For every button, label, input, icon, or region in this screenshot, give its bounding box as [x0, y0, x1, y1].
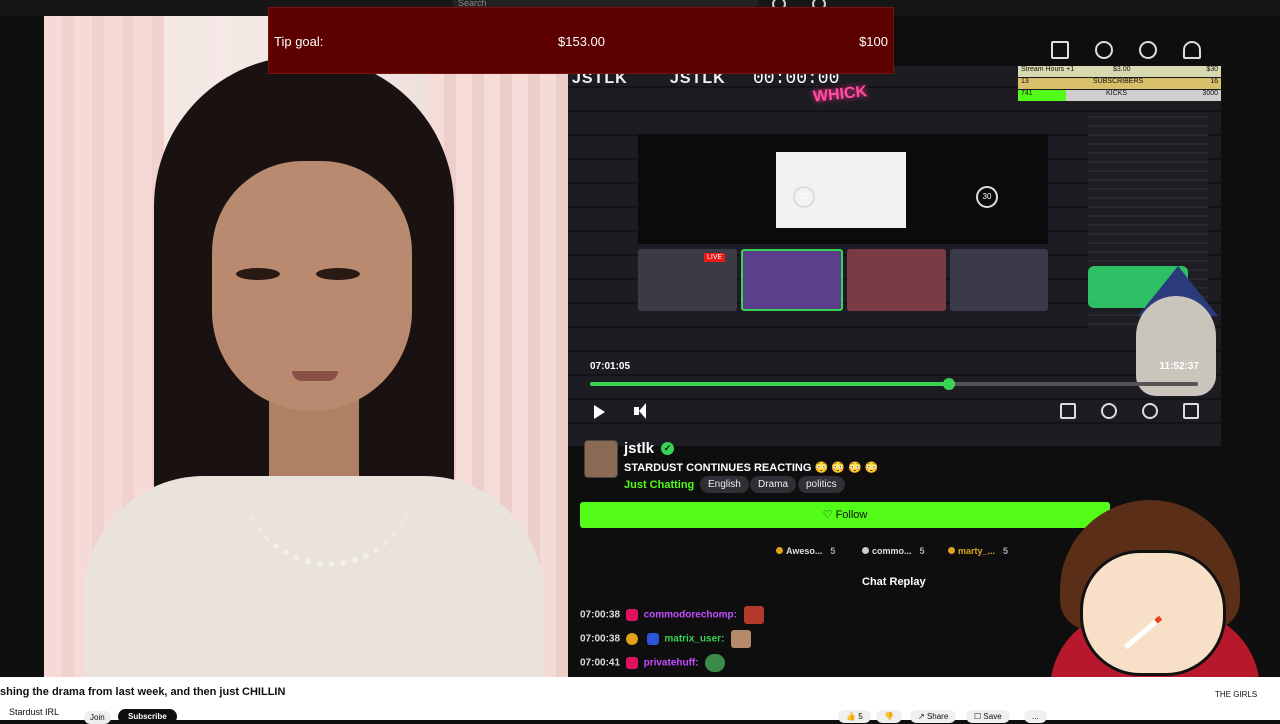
message-time: 07:00:38 [580, 633, 621, 645]
streamer-eye-left [236, 268, 280, 280]
gifter-count: 5 [1003, 546, 1009, 556]
subscriber-badge-icon [625, 609, 638, 621]
gifter-badge-icon [646, 633, 659, 645]
clip-icon[interactable] [1101, 403, 1117, 419]
tag-politics[interactable]: politics [798, 476, 845, 493]
video-player[interactable]: JSTLK JSTLK 00:00:00 WHICK 10 30 LIVE St… [568, 66, 1221, 446]
tag-drama[interactable]: Drama [750, 476, 797, 493]
settings-gear-icon[interactable] [1142, 403, 1158, 419]
stat-label: Stream Hours +1 [1021, 66, 1075, 73]
stat-goal: 16 [1210, 78, 1218, 85]
gifter-name: marty_... [958, 546, 996, 556]
message-username[interactable]: privatehuff: [644, 658, 699, 669]
mascot-face [1080, 550, 1226, 676]
message-time: 07:00:41 [580, 657, 621, 669]
moderator-badge-icon [625, 633, 638, 645]
total-duration: 11:52:37 [1159, 361, 1199, 372]
gift-icon [776, 547, 783, 554]
gifter-count: 5 [830, 546, 836, 556]
stat-row: Stream Hours +1 $3.00 $30 [1018, 66, 1221, 77]
chat-message: 07:00:41 privatehuff: [580, 654, 726, 672]
save-button[interactable]: ☐ Save [966, 710, 1010, 723]
gifter-count: 5 [919, 546, 925, 556]
fullscreen-icon[interactable] [1183, 403, 1199, 419]
volume-icon[interactable] [634, 403, 650, 419]
stat-count: 13 [1021, 78, 1029, 85]
message-time: 07:00:38 [580, 609, 621, 621]
thumbnail [847, 249, 946, 311]
header-icons [1051, 41, 1201, 59]
browse-icon[interactable] [1051, 41, 1069, 59]
message-username[interactable]: matrix_user: [664, 634, 724, 645]
share-button[interactable]: ↗ Share [910, 710, 957, 723]
webcam-feed [44, 16, 568, 677]
related-label: THE GIRLS [1215, 690, 1258, 699]
channel-name[interactable]: jstlk [624, 440, 654, 457]
stat-row: 741 KICKS 3000 [1018, 90, 1221, 101]
heart-icon: ♡ [822, 509, 833, 521]
stream-chat-overlay: Stream Hours +1 $3.00 $30 13 SUBSCRIBERS… [1018, 66, 1221, 446]
video-title: shing the drama from last week, and then… [0, 686, 286, 698]
subscribe-button[interactable]: Subscribe [118, 709, 177, 724]
emote-icon [743, 606, 764, 624]
gifter-name: commo... [872, 546, 912, 556]
stat-count: 741 [1021, 90, 1033, 97]
goal-stats: Stream Hours +1 $3.00 $30 13 SUBSCRIBERS… [1018, 66, 1221, 104]
tip-goal-target: $100 [859, 34, 888, 49]
elapsed-time: 07:01:05 [590, 361, 631, 372]
stat-row: 13 SUBSCRIBERS 16 [1018, 78, 1221, 89]
gift-icon [862, 547, 869, 554]
theater-mode-icon[interactable] [1060, 403, 1076, 419]
like-button[interactable]: 👍 5 [838, 710, 871, 723]
wizard-mascot [1136, 296, 1216, 396]
subscriber-badge-icon [625, 657, 638, 669]
live-badge: LIVE [704, 253, 726, 262]
follow-button[interactable]: ♡ Follow [580, 502, 1110, 528]
thumbnail [740, 249, 843, 311]
user-icon[interactable] [1183, 41, 1201, 59]
rewind-10-icon[interactable]: 10 [793, 186, 815, 208]
emote-icon [731, 630, 752, 648]
seek-handle[interactable] [942, 378, 955, 390]
verified-check-icon: ✓ [661, 442, 674, 455]
emote-icon [705, 654, 726, 672]
stat-goal: 3000 [1202, 90, 1218, 97]
tip-goal-banner: Tip goal: $153.00 $100 [268, 7, 894, 74]
dislike-button[interactable]: 👎 [876, 710, 902, 723]
gifter-item: commo... 5 [862, 546, 925, 556]
search-icon[interactable] [1139, 41, 1157, 59]
message-username[interactable]: commodorechomp: [644, 610, 737, 621]
join-button[interactable]: Join [84, 711, 111, 724]
stat-label: SUBSCRIBERS [1093, 78, 1144, 85]
forward-30-icon[interactable]: 30 [976, 186, 998, 208]
chat-message: 07:00:38 matrix_user: [580, 630, 752, 648]
gifter-name: Aweso... [786, 546, 823, 556]
chat-message: 07:00:38 commodorechomp: [580, 606, 764, 624]
follow-label: Follow [835, 509, 868, 521]
streamer-eye-right [316, 268, 360, 280]
stat-value: $3.00 [1113, 66, 1131, 73]
globe-icon[interactable] [1095, 41, 1113, 59]
stream-category[interactable]: Just Chatting [624, 479, 694, 491]
stat-goal: $30 [1206, 66, 1218, 73]
youtube-channel-name[interactable]: Stardust IRL [9, 707, 59, 717]
gift-icon [948, 547, 955, 554]
gifter-item: Aweso... 5 [776, 546, 835, 556]
more-actions-button[interactable]: ... [1024, 710, 1047, 723]
seek-bar[interactable] [590, 378, 1198, 390]
youtube-info-bar: shing the drama from last week, and then… [0, 677, 1280, 724]
streamer-mouth [292, 371, 338, 381]
chat-replay-header: Chat Replay [862, 576, 926, 588]
tag-english[interactable]: English [700, 476, 749, 493]
stream-title: STARDUST CONTINUES REACTING 😳 😳 😳 😳 [624, 462, 879, 474]
tip-goal-current: $153.00 [558, 34, 605, 49]
channel-avatar[interactable] [584, 440, 618, 478]
play-button[interactable] [594, 405, 605, 419]
seek-progress [590, 382, 949, 386]
gifter-item: marty_... 5 [948, 546, 1008, 556]
stat-label: KICKS [1106, 90, 1128, 97]
participant-thumbnails [638, 249, 1048, 311]
tip-goal-label: Tip goal: [274, 34, 324, 49]
